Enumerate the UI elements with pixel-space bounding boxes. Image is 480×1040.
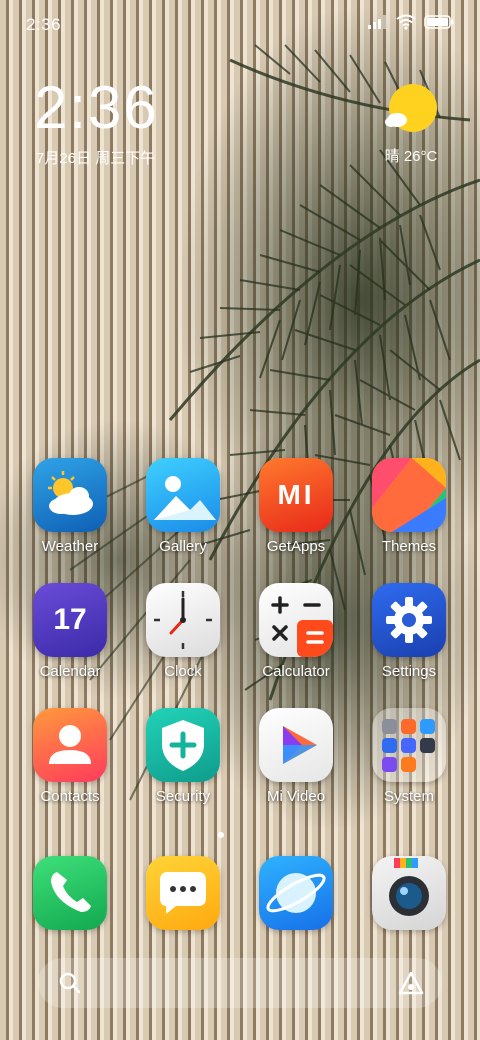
weather-widget[interactable]: 晴 26°C bbox=[376, 82, 446, 166]
app-contacts[interactable]: Contacts bbox=[20, 708, 120, 805]
sun-cloud-icon bbox=[385, 84, 437, 132]
app-label: Settings bbox=[381, 663, 437, 680]
calendar-day-number: 17 bbox=[53, 603, 87, 636]
battery-icon bbox=[424, 15, 454, 29]
phone-icon bbox=[33, 856, 107, 930]
camera-icon bbox=[372, 856, 446, 930]
app-clock[interactable]: Clock bbox=[133, 583, 233, 680]
gallery-app-icon bbox=[146, 458, 220, 532]
weather-text: 晴 26°C bbox=[384, 148, 438, 165]
app-label: Contacts bbox=[40, 788, 100, 805]
app-calendar[interactable]: 17 Calendar bbox=[20, 583, 120, 680]
folder-system[interactable]: System bbox=[359, 708, 459, 805]
clock-app-icon bbox=[146, 583, 220, 657]
app-label: Calendar bbox=[39, 663, 101, 680]
app-label: GetApps bbox=[266, 538, 326, 555]
app-getapps[interactable]: MI GetApps bbox=[246, 458, 346, 555]
app-label: Gallery bbox=[159, 538, 207, 555]
assistant-icon bbox=[398, 971, 424, 995]
app-security[interactable]: Security bbox=[133, 708, 233, 805]
app-label: Security bbox=[155, 788, 211, 805]
calculator-app-icon bbox=[259, 583, 333, 657]
app-label: Clock bbox=[164, 663, 202, 680]
clock-widget-time[interactable]: 2:36 bbox=[34, 78, 159, 138]
mi-logo: MI bbox=[277, 479, 315, 510]
status-icons bbox=[368, 14, 454, 30]
getapps-app-icon: MI bbox=[259, 458, 333, 532]
wifi-icon bbox=[396, 14, 416, 30]
search-bar[interactable] bbox=[38, 958, 442, 1008]
clock-widget-date: 7月26日 周三下午 bbox=[36, 150, 156, 167]
settings-app-icon bbox=[372, 583, 446, 657]
search-icon bbox=[59, 972, 81, 994]
status-time: 2:36 bbox=[26, 15, 62, 34]
app-settings[interactable]: Settings bbox=[359, 583, 459, 680]
app-label: Weather bbox=[41, 538, 99, 555]
signal-icon bbox=[368, 15, 386, 29]
app-label: System bbox=[383, 788, 434, 805]
search-button[interactable] bbox=[58, 971, 82, 1000]
dock-phone[interactable] bbox=[33, 856, 107, 930]
status-bar: 2:36 bbox=[0, 0, 480, 50]
app-gallery[interactable]: Gallery bbox=[133, 458, 233, 555]
weather-app-icon bbox=[33, 458, 107, 532]
themes-app-icon bbox=[372, 458, 446, 532]
security-app-icon bbox=[146, 708, 220, 782]
app-label: Calculator bbox=[262, 663, 330, 680]
dock-browser[interactable] bbox=[259, 856, 333, 930]
assistant-button[interactable] bbox=[398, 971, 424, 1000]
folder-icon bbox=[372, 708, 446, 782]
app-themes[interactable]: Themes bbox=[359, 458, 459, 555]
calendar-app-icon: 17 bbox=[33, 583, 107, 657]
contacts-app-icon bbox=[33, 708, 107, 782]
mi-video-app-icon bbox=[259, 708, 333, 782]
app-weather[interactable]: Weather bbox=[20, 458, 120, 555]
page-indicator[interactable] bbox=[218, 832, 224, 838]
app-calculator[interactable]: Calculator bbox=[246, 583, 346, 680]
dock-messages[interactable] bbox=[146, 856, 220, 930]
app-label: Mi Video bbox=[266, 788, 326, 805]
planet-icon bbox=[259, 856, 333, 930]
dock-camera[interactable] bbox=[372, 856, 446, 930]
app-mi-video[interactable]: Mi Video bbox=[246, 708, 346, 805]
message-icon bbox=[146, 856, 220, 930]
app-label: Themes bbox=[381, 538, 437, 555]
